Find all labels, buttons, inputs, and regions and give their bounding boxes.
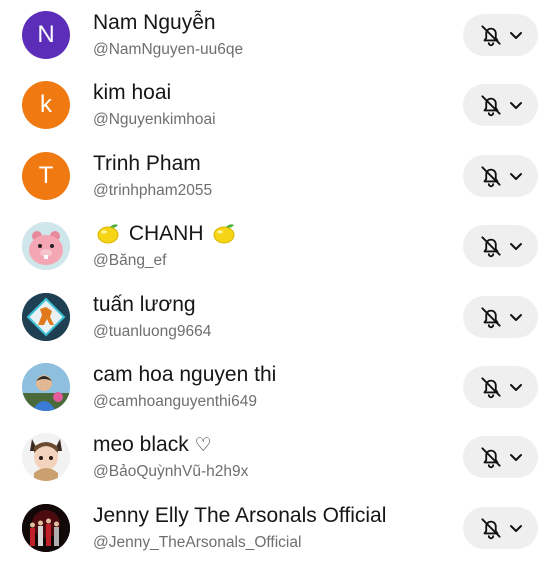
bell-off-icon (480, 518, 501, 540)
chevron-down-icon (509, 102, 522, 109)
avatar[interactable]: N (22, 11, 70, 59)
notification-settings-button[interactable] (463, 225, 538, 267)
subscription-row[interactable]: tuấn lương @tuanluong9664 (0, 282, 560, 352)
notification-settings-button[interactable] (463, 155, 538, 197)
subscription-row[interactable]: Jenny Elly The Arsonals Official @Jenny_… (0, 493, 560, 563)
bell-off-icon (480, 307, 501, 329)
subscription-row[interactable]: k kim hoai @Nguyenkimhoai (0, 70, 560, 140)
subscription-row[interactable]: T Trinh Pham @trinhpham2055 (0, 141, 560, 211)
band-photo-avatar[interactable] (22, 504, 70, 552)
subscription-row[interactable]: cam hoa nguyen thi @camhoanguyenthi649 (0, 352, 560, 422)
notification-settings-button[interactable] (463, 507, 538, 549)
channel-name-text: CHANH (128, 222, 204, 245)
person-photo-avatar[interactable] (22, 363, 70, 411)
subscription-list: N Nam Nguyễn @NamNguyen-uu6qe k kim hoai… (0, 0, 560, 560)
channel-handle: @Băng_ef (93, 252, 167, 269)
channel-handle: @Jenny_TheArsonals_Official (93, 534, 302, 551)
avatar-initial: N (37, 21, 55, 48)
channel-name[interactable]: kim hoai (93, 80, 171, 106)
chevron-down-icon (509, 314, 522, 321)
avatar-initial: T (38, 162, 54, 189)
avatar[interactable]: k (22, 81, 70, 129)
avatar[interactable]: T (22, 152, 70, 200)
subscription-row[interactable]: meo black ♡ @BảoQuỳnhVũ-h2h9x (0, 422, 560, 492)
heart-symbol: ♡ (194, 435, 212, 456)
pink-beaver-avatar[interactable] (22, 222, 70, 270)
channel-handle: @BảoQuỳnhVũ-h2h9x (93, 463, 249, 480)
channel-name[interactable]: meo black ♡ (93, 432, 212, 459)
channel-name-text: meo black (93, 433, 189, 456)
channel-handle: @NamNguyen-uu6qe (93, 41, 244, 58)
bell-off-icon (480, 166, 501, 188)
channel-handle: @tuanluong9664 (93, 323, 212, 340)
channel-name[interactable]: Trinh Pham (93, 151, 201, 177)
bell-off-icon (480, 236, 501, 258)
channel-name[interactable]: cam hoa nguyen thi (93, 362, 276, 388)
channel-handle: @trinhpham2055 (93, 182, 213, 199)
channel-name[interactable]: Nam Nguyễn (93, 10, 216, 36)
chevron-down-icon (509, 454, 522, 461)
lemon-emoji (211, 222, 237, 246)
channel-handle: @Nguyenkimhoai (93, 111, 216, 128)
notification-settings-button[interactable] (463, 436, 538, 478)
subscription-row[interactable]: N Nam Nguyễn @NamNguyen-uu6qe (0, 0, 560, 70)
notification-settings-button[interactable] (463, 84, 538, 126)
notification-settings-button[interactable] (463, 366, 538, 408)
avatar-initial: k (40, 91, 52, 118)
anime-fox-avatar[interactable] (22, 433, 70, 481)
channel-name[interactable]: Jenny Elly The Arsonals Official (93, 503, 386, 529)
chevron-down-icon (509, 384, 522, 391)
channel-name[interactable]: tuấn lương (93, 292, 196, 318)
chevron-down-icon (509, 32, 522, 39)
channel-handle: @camhoanguyenthi649 (93, 393, 257, 410)
chevron-down-icon (509, 173, 522, 180)
notification-settings-button[interactable] (463, 296, 538, 338)
bell-off-icon (480, 447, 501, 469)
subscription-row[interactable]: CHANH @Băng_ef (0, 211, 560, 281)
horse-logo-avatar[interactable] (22, 293, 70, 341)
lemon-emoji (95, 222, 121, 246)
notification-settings-button[interactable] (463, 14, 538, 56)
bell-off-icon (480, 95, 501, 117)
bell-off-icon (480, 377, 501, 399)
bell-off-icon (480, 25, 501, 47)
chevron-down-icon (509, 243, 522, 250)
channel-name[interactable]: CHANH (93, 221, 239, 247)
chevron-down-icon (509, 525, 522, 532)
